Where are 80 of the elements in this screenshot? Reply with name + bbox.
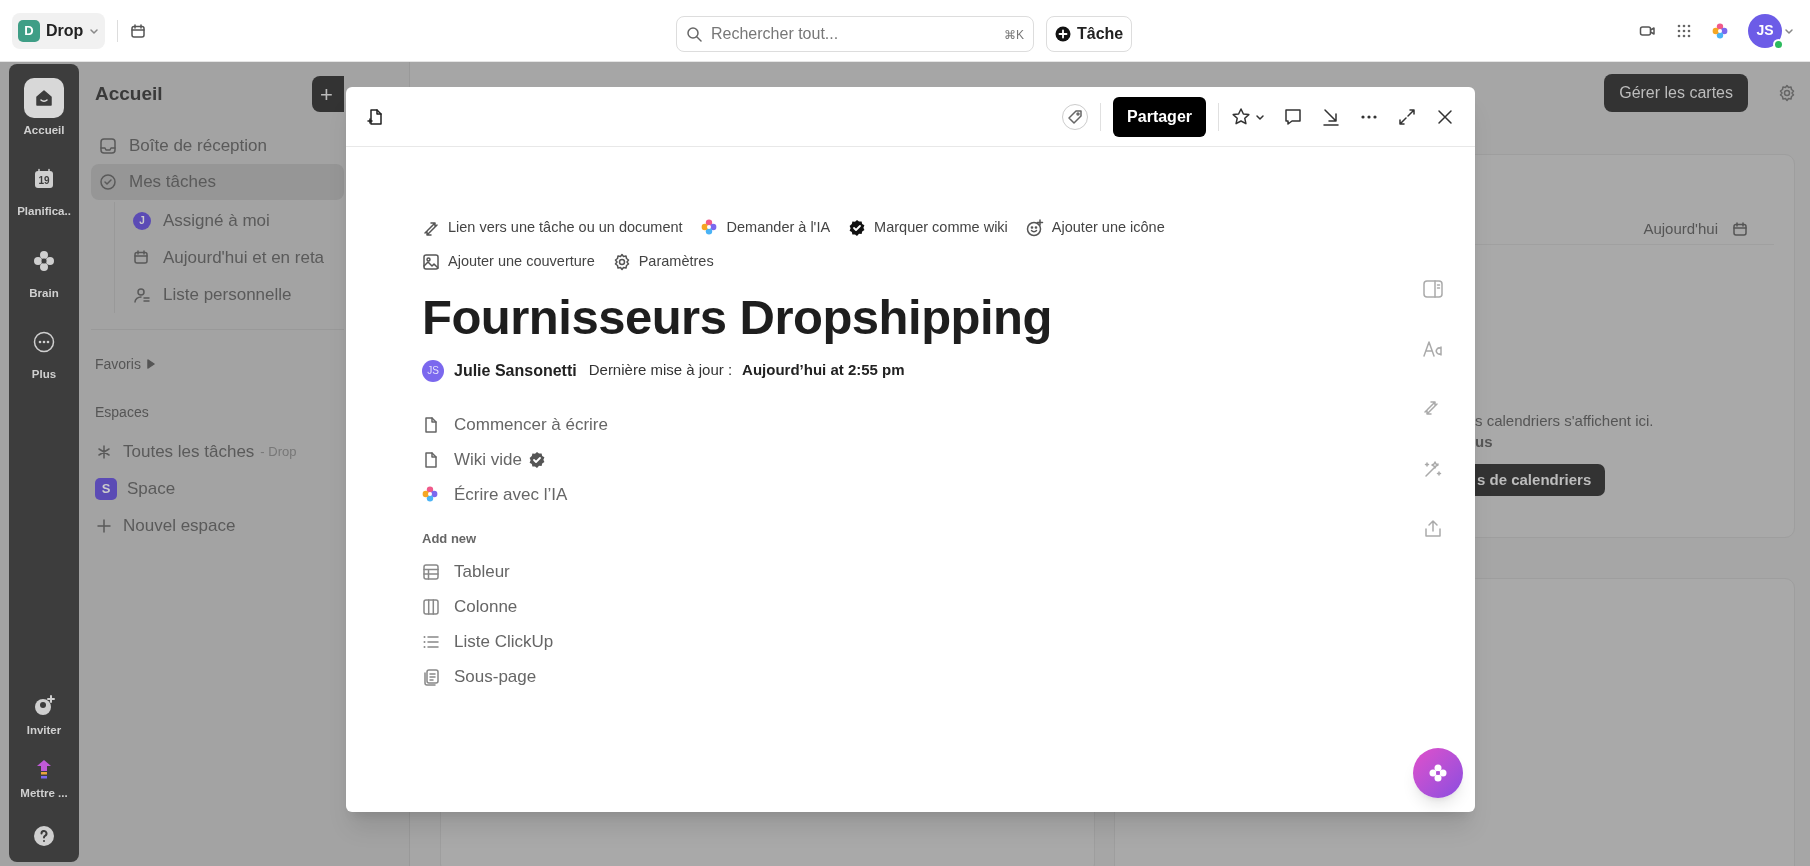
check-circle-icon: [99, 173, 117, 191]
subpage-icon: [422, 667, 440, 686]
rail-item[interactable]: Brain: [11, 240, 77, 302]
updated-value: Aujourd’hui at 2:55 pm: [742, 360, 905, 381]
start-option[interactable]: Écrire avec l’IA: [454, 482, 568, 508]
add-option[interactable]: Tableur: [454, 558, 510, 585]
calendar-icon[interactable]: [130, 22, 147, 39]
date-label: Aujourd'hui: [1643, 219, 1718, 240]
rail-item[interactable]: Mettre ...: [20, 756, 68, 802]
inbox-icon: [99, 137, 117, 155]
empty-state-text: s calendriers s'affichent ici.: [1475, 411, 1655, 431]
star-icon[interactable]: [1231, 106, 1251, 127]
manage-cards-button[interactable]: Gérer les cartes: [1604, 74, 1748, 112]
plus-icon: [1055, 26, 1071, 42]
columns-icon: [422, 597, 440, 616]
ai-icon: [422, 486, 440, 504]
calendar-button[interactable]: s de calendriers: [1475, 464, 1606, 496]
rail-item[interactable]: Accueil: [11, 78, 77, 140]
expand-icon[interactable]: [1397, 106, 1417, 127]
avatar-badge: J: [133, 211, 151, 230]
search-icon: [686, 26, 702, 42]
page-icon: [422, 451, 440, 469]
add-option[interactable]: Colonne: [454, 593, 518, 620]
calendar-icon: [133, 248, 151, 267]
rail-item[interactable]: 19 Planifica..: [11, 159, 77, 221]
author-avatar: JS: [422, 359, 444, 382]
expand-triangle-icon[interactable]: [146, 359, 155, 369]
section-heading: Espaces: [94, 403, 150, 422]
user-avatar[interactable]: JS: [1748, 13, 1782, 48]
verified-icon: [848, 218, 867, 237]
help-icon[interactable]: [32, 824, 56, 848]
rail-item[interactable]: Plus: [11, 321, 77, 383]
table-icon: [422, 562, 440, 581]
share-button[interactable]: Partager: [1113, 96, 1206, 137]
asterisk-icon: [95, 442, 113, 461]
doc-action-button[interactable]: Ajouter une icône: [1025, 217, 1165, 239]
ai-assistant-button[interactable]: [1413, 748, 1463, 798]
plus-icon: [95, 516, 113, 535]
document-icon[interactable]: [366, 107, 384, 126]
doc-action-button[interactable]: Ajouter une couverture: [422, 250, 595, 273]
image-icon: [422, 252, 440, 271]
comment-icon[interactable]: [1283, 106, 1303, 127]
calendar-icon[interactable]: [1732, 220, 1750, 239]
updated-label: Dernière mise à jour :: [588, 360, 733, 381]
settings-icon: [612, 252, 631, 271]
add-option[interactable]: Liste ClickUp: [454, 628, 554, 655]
add-option[interactable]: Sous-page: [454, 663, 537, 690]
smiley-plus-icon: [1025, 218, 1044, 237]
workspace-name: Drop: [46, 20, 84, 41]
new-task-button[interactable]: Tâche: [1046, 16, 1133, 52]
ai-icon[interactable]: [1712, 22, 1728, 39]
doc-action-button[interactable]: Lien vers une tâche ou un document: [422, 217, 683, 239]
person-list-icon: [133, 285, 151, 304]
doc-action-button[interactable]: Paramètres: [612, 250, 714, 273]
calendar-day: 19: [38, 173, 50, 189]
flower-icon: [1428, 763, 1448, 783]
brain-icon: [32, 248, 56, 273]
doc-action-button[interactable]: Demander à l'IA: [700, 217, 831, 239]
tag-icon: [1067, 108, 1084, 125]
invite-icon: [32, 693, 56, 718]
new-button[interactable]: +: [312, 76, 344, 112]
shortcut-hint: ⌘K: [1004, 27, 1024, 44]
empty-state-text: us: [1475, 432, 1494, 452]
more-icon: [32, 329, 56, 354]
arrow-down-right-icon[interactable]: [1321, 106, 1341, 127]
rail-item[interactable]: Inviter: [26, 693, 62, 739]
start-option[interactable]: Commencer à écrire: [454, 412, 608, 438]
start-option[interactable]: Wiki vide: [454, 447, 522, 473]
space-badge: S: [95, 477, 117, 500]
workspace-badge: D: [18, 19, 40, 42]
ai-icon: [700, 218, 719, 237]
author-name: Julie Sansonetti: [454, 360, 577, 381]
page-icon: [422, 416, 440, 434]
sidebar-title: Accueil: [95, 81, 163, 106]
apps-icon[interactable]: [1676, 22, 1692, 39]
document-title: Fournisseurs Dropshipping: [422, 288, 1053, 346]
workspace-switcher[interactable]: D Drop: [12, 12, 106, 49]
section-heading: Add new: [422, 529, 478, 548]
doc-action-button[interactable]: Marquer comme wiki: [848, 217, 1008, 239]
sidebar-item[interactable]: J Assigné à moi: [129, 202, 344, 239]
